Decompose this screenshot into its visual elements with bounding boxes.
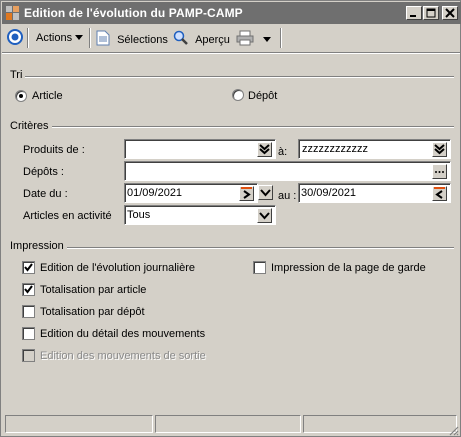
products-to-lookup-button[interactable] (432, 142, 447, 157)
document-icon (96, 30, 110, 46)
print-menu-button[interactable] (236, 30, 272, 46)
products-from-field[interactable] (124, 139, 276, 159)
depots-label: Dépôts : (23, 166, 64, 178)
ellipsis-icon (435, 171, 444, 173)
active-articles-select[interactable]: Tous (124, 205, 276, 225)
checkmark-icon (24, 285, 33, 294)
calendar-arrow-icon (434, 187, 445, 199)
double-chevron-down-icon (259, 144, 270, 155)
date-from-calendar-button[interactable] (239, 186, 254, 201)
checkbox-total-by-article-label[interactable]: Totalisation par article (40, 284, 146, 296)
radio-depot-label[interactable]: Dépôt (248, 90, 277, 102)
maximize-button[interactable] (423, 6, 439, 20)
status-pane-2 (155, 415, 301, 433)
date-from-label: Date du : (23, 188, 68, 200)
checkbox-outgoing-movements (22, 349, 35, 362)
products-to-field[interactable]: zzzzzzzzzzzz (298, 139, 451, 159)
maximize-icon (426, 8, 436, 18)
checkbox-total-by-depot-label[interactable]: Totalisation par dépôt (40, 306, 145, 318)
app-icon (6, 6, 19, 20)
title-bar[interactable]: Edition de l'évolution du PAMP-CAMP (2, 2, 461, 24)
products-to-value: zzzzzzzzzzzz (302, 143, 368, 155)
checkmark-icon (24, 263, 33, 272)
products-from-lookup-button[interactable] (257, 142, 272, 157)
status-pane-1 (5, 415, 153, 433)
sort-group-line (11, 76, 454, 78)
date-to-field[interactable]: 30/09/2021 (298, 183, 451, 203)
checkbox-outgoing-movements-label: Edition des mouvements de sortie (40, 350, 206, 362)
active-articles-value: Tous (127, 209, 151, 221)
checkbox-cover-page[interactable] (253, 261, 266, 274)
report-window: Edition de l'évolution du PAMP-CAMP Acti… (0, 0, 461, 437)
sort-group-label: Tri (10, 69, 26, 81)
radio-article-label[interactable]: Article (32, 90, 63, 102)
date-to-calendar-button[interactable] (432, 186, 447, 201)
minimize-button[interactable] (406, 6, 422, 20)
checkbox-total-by-article[interactable] (22, 283, 35, 296)
date-from-dropdown-button[interactable] (258, 185, 273, 200)
preview-label: Aperçu (195, 34, 230, 46)
chevron-down-icon (263, 37, 272, 42)
chevron-down-icon (260, 189, 271, 197)
radio-article[interactable] (15, 90, 27, 102)
calendar-arrow-icon (241, 187, 252, 199)
toolbar-separator (89, 28, 91, 48)
checkbox-cover-page-label[interactable]: Impression de la page de garde (271, 262, 426, 274)
chevron-down-icon (75, 35, 84, 40)
magnifier-icon (173, 30, 188, 45)
checkbox-total-by-depot[interactable] (22, 305, 35, 318)
actions-menu-button[interactable]: Actions (36, 30, 84, 46)
preview-button[interactable]: Aperçu (173, 30, 230, 46)
depots-field[interactable] (124, 161, 451, 181)
selections-label: Sélections (117, 34, 168, 46)
resize-grip-icon[interactable] (447, 424, 459, 436)
double-chevron-down-icon (434, 144, 445, 155)
toolbar-separator (280, 28, 282, 48)
date-to-label: au : (278, 190, 297, 202)
status-pane-3 (303, 415, 457, 433)
date-to-value: 30/09/2021 (301, 187, 357, 199)
criteria-group-label: Critères (10, 120, 52, 132)
toolbar-separator (27, 28, 29, 48)
active-articles-label: Articles en activité (23, 210, 112, 222)
criteria-group-line (11, 126, 454, 128)
selections-button[interactable]: Sélections (96, 30, 168, 46)
printing-group-line (11, 247, 454, 249)
products-from-label: Produits de : (23, 144, 85, 156)
date-from-value: 01/09/2021 (127, 187, 183, 199)
target-icon[interactable] (7, 29, 23, 45)
printing-group-label: Impression (10, 240, 67, 252)
products-to-label: à: (278, 146, 288, 158)
close-button[interactable] (442, 6, 458, 20)
actions-label: Actions (36, 32, 73, 44)
checkbox-daily-evolution-label[interactable]: Edition de l'évolution journalière (40, 262, 195, 274)
depots-ellipsis-button[interactable] (432, 164, 447, 179)
chevron-down-icon (259, 212, 270, 220)
close-icon (445, 8, 455, 18)
toolbar-divider (2, 52, 460, 54)
checkbox-movement-detail-label[interactable]: Edition du détail des mouvements (40, 328, 205, 340)
date-from-field[interactable]: 01/09/2021 (124, 183, 258, 203)
checkbox-movement-detail[interactable] (22, 327, 35, 340)
toolbar: Actions Sélections Aperçu (2, 25, 461, 50)
radio-selected-dot (19, 94, 23, 98)
window-title: Edition de l'évolution du PAMP-CAMP (24, 6, 243, 20)
radio-depot[interactable] (232, 89, 244, 101)
checkbox-daily-evolution[interactable] (22, 261, 35, 274)
minimize-icon (410, 15, 416, 17)
printer-icon (236, 30, 254, 46)
active-articles-dropdown-button[interactable] (257, 208, 272, 223)
